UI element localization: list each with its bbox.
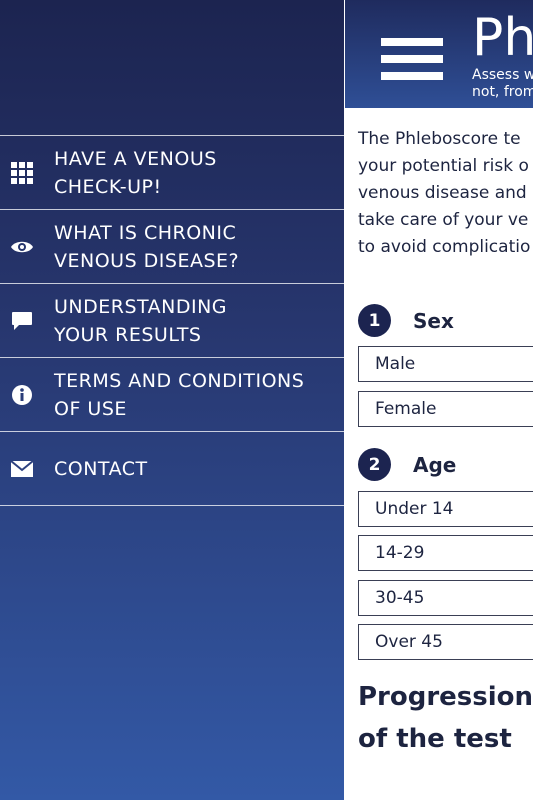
option-14-29[interactable]: 14-29: [358, 535, 533, 571]
app-title: Phl: [472, 8, 533, 68]
sidebar-item-label: HAVE A VENOUS CHECK-UP!: [54, 147, 217, 198]
chat-bubble-icon: [0, 311, 54, 331]
sidebar-item-chronic-venous-disease[interactable]: WHAT IS CHRONIC VENOUS DISEASE?: [0, 210, 344, 284]
app-tagline: Assess w not, from: [472, 67, 533, 100]
question-sex: 1 Sex: [358, 304, 454, 337]
eye-icon: [0, 239, 54, 255]
sidebar-item-understanding-results[interactable]: UNDERSTANDING YOUR RESULTS: [0, 284, 344, 358]
question-number-badge: 1: [358, 304, 391, 337]
sidebar-item-label: UNDERSTANDING YOUR RESULTS: [54, 295, 228, 346]
option-under-14[interactable]: Under 14: [358, 491, 533, 527]
sidebar-nav: HAVE A VENOUS CHECK-UP! WHAT IS CHRONIC …: [0, 135, 344, 506]
sidebar-item-label: TERMS AND CONDITIONS OF USE: [54, 369, 305, 420]
option-female[interactable]: Female: [358, 391, 533, 427]
info-icon: [0, 384, 54, 406]
sidebar-item-venous-check-up[interactable]: HAVE A VENOUS CHECK-UP!: [0, 136, 344, 210]
envelope-icon: [0, 460, 54, 477]
sidebar-item-label: CONTACT: [54, 457, 148, 480]
question-title: Sex: [413, 308, 454, 333]
option-over-45[interactable]: Over 45: [358, 624, 533, 660]
progress-heading: Progression of the test: [358, 682, 533, 754]
intro-text: The Phleboscore te your potential risk o…: [358, 129, 531, 257]
question-title: Age: [413, 452, 457, 477]
main-content: Phl Assess w not, from The Phleboscore t…: [345, 0, 533, 800]
option-30-45[interactable]: 30-45: [358, 580, 533, 616]
sidebar-item-contact[interactable]: CONTACT: [0, 432, 344, 506]
question-number-badge: 2: [358, 448, 391, 481]
grid-icon: [0, 161, 54, 184]
option-male[interactable]: Male: [358, 346, 533, 382]
header-bar: Phl Assess w not, from: [345, 0, 533, 108]
sidebar-menu: HAVE A VENOUS CHECK-UP! WHAT IS CHRONIC …: [0, 0, 344, 800]
hamburger-menu-icon[interactable]: [381, 38, 443, 80]
question-age: 2 Age: [358, 448, 456, 481]
sidebar-item-terms-conditions[interactable]: TERMS AND CONDITIONS OF USE: [0, 358, 344, 432]
sidebar-item-label: WHAT IS CHRONIC VENOUS DISEASE?: [54, 221, 240, 272]
